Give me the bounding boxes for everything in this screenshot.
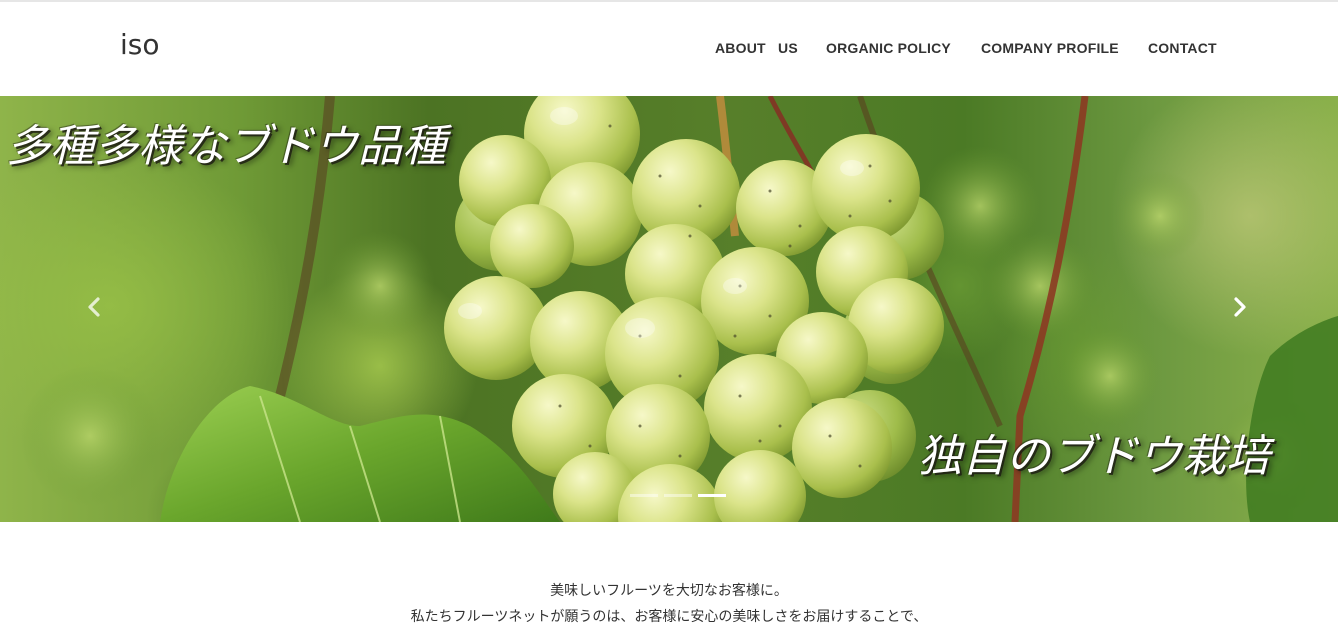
carousel-indicator-1[interactable] <box>630 494 658 497</box>
carousel-next-button[interactable] <box>1232 296 1262 326</box>
hero-caption-top: 多種多様なブドウ品種 <box>6 121 446 172</box>
hero-carousel: 多種多様なブドウ品種 独自のブドウ栽培 <box>0 96 1338 522</box>
chevron-right-icon <box>1234 297 1246 317</box>
nav-contact[interactable]: CONTACT <box>1148 40 1217 56</box>
nav-organic-policy[interactable]: ORGANIC POLICY <box>826 40 951 56</box>
carousel-indicator-3[interactable] <box>698 494 726 497</box>
chevron-left-icon <box>88 297 100 317</box>
carousel-prev-button[interactable] <box>86 296 116 326</box>
nav-company-profile[interactable]: COMPANY PROFILE <box>981 40 1119 56</box>
intro-line-2: 私たちフルーツネットが願うのは、お客様に安心の美味しさをお届けすることで、 <box>410 609 928 625</box>
carousel-indicator-2[interactable] <box>664 494 692 497</box>
site-header: iso ABOUT US ORGANIC POLICY COMPANY PROF… <box>0 2 1338 96</box>
nav-about-us[interactable]: ABOUT US <box>715 40 798 56</box>
intro-line-1: 美味しいフルーツを大切なお客様に。 <box>550 583 788 599</box>
hero-caption-bottom: 独自のブドウ栽培 <box>918 431 1270 482</box>
main-nav: ABOUT US ORGANIC POLICY COMPANY PROFILE … <box>0 40 1338 60</box>
intro-text: 美味しいフルーツを大切なお客様に。 私たちフルーツネットが願うのは、お客様に安心… <box>0 578 1338 630</box>
carousel-indicators <box>630 494 730 500</box>
